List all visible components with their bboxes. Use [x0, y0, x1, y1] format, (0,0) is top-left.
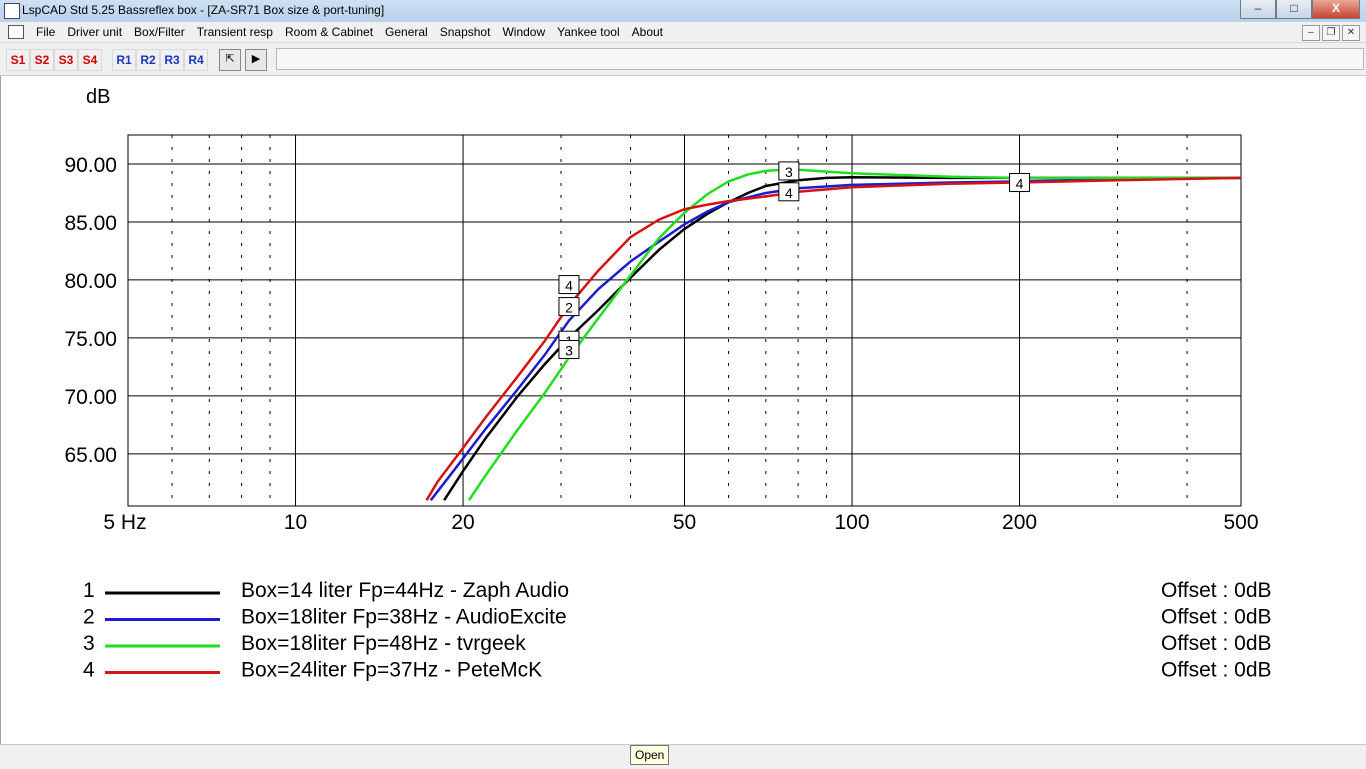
menu-transient-resp[interactable]: Transient resp — [191, 24, 279, 40]
s4-button[interactable]: S4 — [78, 49, 102, 71]
cursor-tool-icon[interactable]: ⇱ — [219, 49, 241, 71]
legend-number: 3 — [83, 632, 95, 655]
legend-number: 4 — [83, 659, 95, 682]
legend-offset: Offset : 0dB — [1161, 579, 1272, 602]
x-tick-label: 100 — [834, 511, 869, 534]
s1-button[interactable]: S1 — [6, 49, 30, 71]
legend-entry-2[interactable]: 2 Box=18liter Fp=38Hz - AudioExcite Offset… — [83, 606, 1272, 629]
document-area: dB 65.00 70.00 75.00 80.00 85.00 90.00 5 Hz 10 20… — [0, 76, 1366, 744]
curve-marker-2: 2 — [558, 297, 580, 317]
series-line-3 — [467, 168, 1241, 501]
menu-file[interactable]: File — [30, 24, 61, 40]
title-bar: LspCAD Std 5.25 Bassreflex box - [ZA-SR7… — [0, 0, 1366, 23]
menu-snapshot[interactable]: Snapshot — [434, 24, 497, 40]
legend-entry-1[interactable]: 1 Box=14 liter Fp=44Hz - Zaph Audio Offset… — [83, 579, 1272, 602]
y-tick-label: 85.00 — [64, 212, 117, 235]
menu-room-cabinet[interactable]: Room & Cabinet — [279, 24, 379, 40]
legend-offset: Offset : 0dB — [1161, 606, 1272, 629]
menu-window[interactable]: Window — [496, 24, 551, 40]
y-tick-label: 70.00 — [64, 386, 117, 409]
legend-entry-3[interactable]: 3 Box=18liter Fp=48Hz - tvrgeek Offset : 0… — [83, 632, 1272, 655]
curve-marker-label: 4 — [1016, 176, 1024, 192]
x-tick-label: 50 — [673, 511, 696, 534]
grid — [127, 134, 1242, 507]
document-icon[interactable] — [8, 25, 24, 39]
legend-label: Box=24liter Fp=37Hz - PeteMcK — [241, 659, 542, 682]
curve-marker-label: 3 — [565, 342, 573, 358]
r2-button[interactable]: R2 — [136, 49, 160, 71]
legend-label: Box=14 liter Fp=44Hz - Zaph Audio — [241, 579, 569, 602]
curve-marker-label: 4 — [785, 185, 793, 201]
mdi-minimize-button[interactable]: – — [1302, 25, 1320, 41]
menu-about[interactable]: About — [626, 24, 669, 40]
y-tick-label: 75.00 — [64, 328, 117, 351]
r4-button[interactable]: R4 — [184, 49, 208, 71]
mdi-restore-button[interactable]: ❐ — [1322, 25, 1340, 41]
menu-yankee-tool[interactable]: Yankee tool — [551, 24, 626, 40]
curve-marker-4: 4 — [778, 182, 800, 202]
legend-offset: Offset : 0dB — [1161, 632, 1272, 655]
s2-button[interactable]: S2 — [30, 49, 54, 71]
app-icon — [4, 3, 20, 19]
toolbar-status-field — [276, 48, 1364, 70]
series-line-4 — [425, 176, 1242, 501]
frequency-response-chart[interactable]: dB 65.00 70.00 75.00 80.00 85.00 90.00 5 Hz 10 20… — [1, 76, 1365, 744]
menu-items: File Driver unit Box/Filter Transient re… — [30, 24, 669, 40]
marker-tool-icon[interactable]: ▶ — [245, 49, 267, 71]
curve-marker-label: 2 — [565, 300, 573, 316]
mdi-close-button[interactable]: ✕ — [1342, 25, 1360, 41]
r3-button[interactable]: R3 — [160, 49, 184, 71]
curve-marker-3: 3 — [558, 339, 580, 359]
x-tick-label: 5 Hz — [103, 511, 146, 534]
tooltip: Open — [630, 745, 670, 765]
maximize-button[interactable]: □ — [1276, 0, 1312, 19]
close-button[interactable]: X — [1312, 0, 1360, 19]
legend-number: 2 — [83, 606, 95, 629]
x-tick-label: 500 — [1223, 511, 1258, 534]
legend-label: Box=18liter Fp=48Hz - tvrgeek — [241, 632, 526, 655]
legend-offset: Offset : 0dB — [1161, 659, 1272, 682]
series-lines — [425, 168, 1242, 501]
legend: 1 Box=14 liter Fp=44Hz - Zaph Audio Offset… — [83, 579, 1272, 682]
x-tick-label: 200 — [1002, 511, 1037, 534]
mdi-controls: – ❐ ✕ — [1302, 25, 1360, 41]
curve-markers: 1324344 — [558, 161, 1031, 359]
curve-marker-4: 4 — [558, 275, 580, 295]
y-tick-label: 80.00 — [64, 270, 117, 293]
menu-box-filter[interactable]: Box/Filter — [128, 24, 191, 40]
legend-entry-4[interactable]: 4 Box=24liter Fp=37Hz - PeteMcK Offset : 0… — [83, 659, 1272, 682]
curve-marker-4: 4 — [1009, 173, 1031, 193]
window-title: LspCAD Std 5.25 Bassreflex box - [ZA-SR7… — [22, 3, 385, 17]
menu-driver-unit[interactable]: Driver unit — [61, 24, 128, 40]
s3-button[interactable]: S3 — [54, 49, 78, 71]
series-line-2 — [429, 176, 1242, 501]
r1-button[interactable]: R1 — [112, 49, 136, 71]
x-tick-label: 20 — [451, 511, 474, 534]
curve-marker-label: 3 — [785, 164, 793, 180]
y-tick-label: 65.00 — [64, 444, 117, 467]
menu-bar: File Driver unit Box/Filter Transient re… — [0, 22, 1366, 43]
curve-marker-3: 3 — [778, 161, 800, 181]
menu-general[interactable]: General — [379, 24, 434, 40]
window-controls: – □ X — [1240, 0, 1360, 19]
status-bar — [0, 744, 1366, 769]
y-axis-label: dB — [86, 86, 110, 108]
minimize-button[interactable]: – — [1240, 0, 1276, 19]
toolbar: S1 S2 S3 S4 R1 R2 R3 R4 ⇱ ▶ — [0, 43, 1366, 76]
legend-label: Box=18liter Fp=38Hz - AudioExcite — [241, 606, 567, 629]
curve-marker-label: 4 — [565, 278, 573, 294]
x-tick-label: 10 — [284, 511, 307, 534]
y-tick-label: 90.00 — [64, 154, 117, 177]
legend-number: 1 — [83, 579, 95, 602]
axes: dB 65.00 70.00 75.00 80.00 85.00 90.00 5 Hz 10 20… — [64, 86, 1258, 534]
